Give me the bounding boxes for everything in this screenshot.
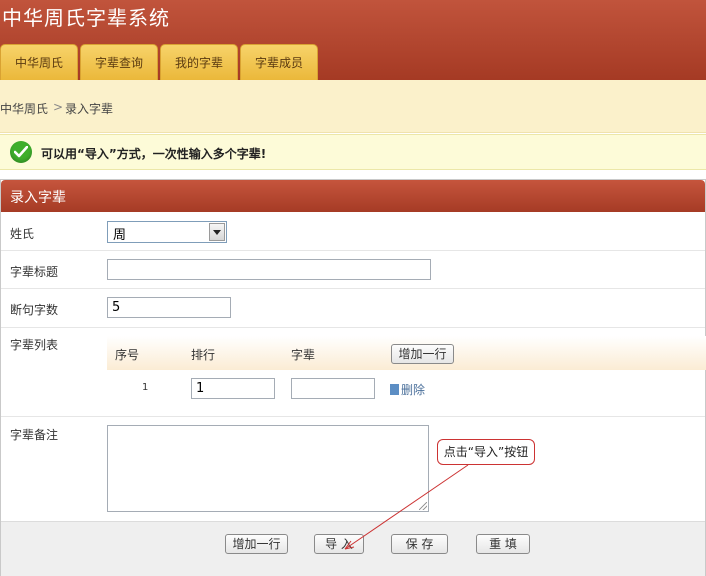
panel-header: 录入字辈 <box>1 180 705 212</box>
add-row-button[interactable]: 增加一行 <box>225 534 288 554</box>
resize-grip-icon[interactable] <box>419 502 427 510</box>
entry-panel: 录入字辈 姓氏 周 字辈标题 断句字数 字辈列表 序号 排行 字辈 增加一行 1… <box>0 179 706 576</box>
panel-title: 录入字辈 <box>10 190 66 206</box>
col-rank: 排行 <box>191 348 216 362</box>
surname-value: 周 <box>113 228 127 243</box>
subtable-add-row-button[interactable]: 增加一行 <box>391 344 454 364</box>
rank-input[interactable] <box>191 378 275 399</box>
row-divider <box>1 327 705 328</box>
notice-bar: 可以用“导入”方式，一次性输入多个字辈! <box>0 134 706 170</box>
import-callout: 点击“导入”按钮 <box>437 439 535 465</box>
delete-row-link[interactable]: 删除 <box>390 381 425 398</box>
save-button[interactable]: 保 存 <box>391 534 448 554</box>
chevron-down-icon[interactable] <box>209 223 225 241</box>
tab-members[interactable]: 字辈成员 <box>240 44 318 80</box>
chars-label: 断句字数 <box>10 303 59 317</box>
delete-label: 删除 <box>401 383 426 397</box>
generation-input[interactable] <box>291 378 375 399</box>
tab-search[interactable]: 字辈查询 <box>80 44 158 80</box>
title-input[interactable] <box>107 259 431 280</box>
col-generation: 字辈 <box>291 348 316 362</box>
app-title: 中华周氏字辈系统 <box>2 6 170 30</box>
col-index: 序号 <box>115 348 140 362</box>
surname-select[interactable]: 周 <box>107 221 227 243</box>
title-label: 字辈标题 <box>10 265 59 279</box>
tab-zhonghua[interactable]: 中华周氏 <box>0 44 78 80</box>
tab-my-generation[interactable]: 我的字辈 <box>160 44 238 80</box>
row-divider <box>1 250 705 251</box>
note-textarea[interactable] <box>107 425 429 512</box>
trash-icon <box>390 384 399 395</box>
app-header: 中华周氏字辈系统 中华周氏 字辈查询 我的字辈 字辈成员 <box>0 0 706 80</box>
reset-button[interactable]: 重 填 <box>476 534 530 554</box>
note-label: 字辈备注 <box>10 428 59 442</box>
check-circle-icon <box>10 141 32 163</box>
breadcrumb-separator: > <box>53 100 64 114</box>
row-index: 1 <box>142 382 149 393</box>
notice-text: 可以用“导入”方式，一次性输入多个字辈! <box>41 147 267 161</box>
breadcrumb-root[interactable]: 中华周氏 <box>0 100 48 117</box>
breadcrumb-current: 录入字辈 <box>65 102 114 116</box>
row-divider <box>1 416 705 417</box>
form-footer: 增加一行 导 入 保 存 重 填 <box>1 521 705 576</box>
row-divider <box>1 288 705 289</box>
list-label: 字辈列表 <box>10 338 59 352</box>
chars-input[interactable] <box>107 297 231 318</box>
surname-label: 姓氏 <box>10 227 35 241</box>
breadcrumb: 中华周氏 > 录入字辈 <box>0 80 706 133</box>
import-button[interactable]: 导 入 <box>314 534 364 554</box>
